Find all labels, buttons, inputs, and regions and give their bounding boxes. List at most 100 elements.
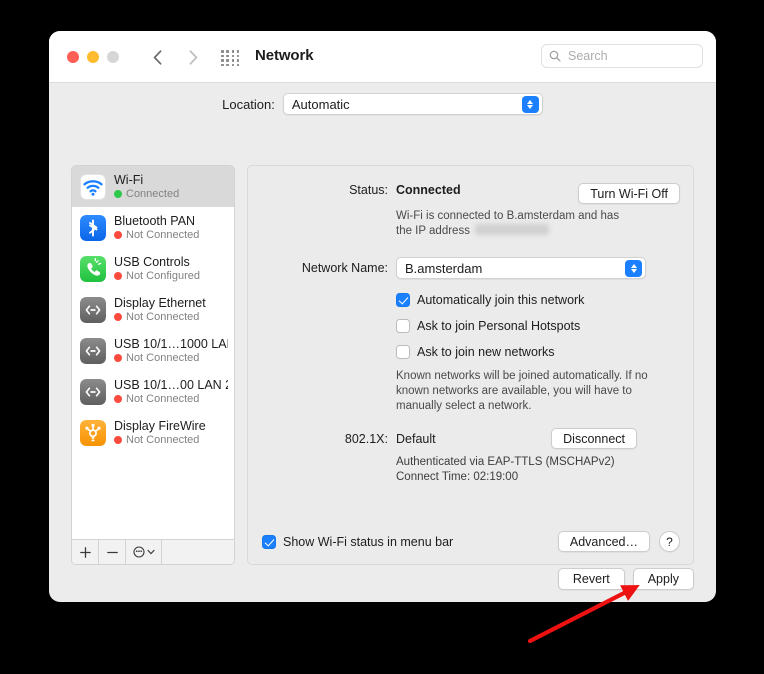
checkbox-indicator	[262, 534, 276, 549]
service-item-text: USB Controls Not Configured	[114, 255, 200, 283]
checkbox-label: Ask to join new networks	[417, 345, 555, 359]
service-item-status-label: Not Connected	[126, 310, 200, 323]
status-led-green	[114, 189, 122, 198]
advanced-button[interactable]: Advanced…	[557, 531, 650, 552]
wifi-icon	[80, 173, 106, 200]
network-name-row: Network Name: B.amsterdam	[248, 257, 693, 279]
minus-icon	[106, 551, 118, 553]
remove-service-button[interactable]	[99, 540, 126, 564]
services-toolbar-filler	[162, 540, 234, 564]
checkbox-indicator	[396, 293, 410, 307]
status-row: Status: Connected Turn Wi-Fi Off Wi-Fi i…	[248, 183, 693, 239]
checkbox-label: Automatically join this network	[417, 293, 585, 307]
menubar-status-row: Show Wi-Fi status in menu bar Advanced… …	[248, 531, 693, 552]
network-preferences-window: Network Location: Automatic	[49, 31, 716, 602]
status-led-red	[114, 312, 122, 321]
service-item-status-label: Connected	[126, 187, 180, 200]
back-button[interactable]	[145, 45, 169, 69]
network-services-sidebar: Wi-Fi Connected Bluetooth PAN Not Connected…	[71, 165, 235, 565]
network-name-popup-button[interactable]: B.amsterdam	[396, 257, 646, 279]
service-item-name: USB Controls	[114, 254, 190, 269]
search-field[interactable]	[541, 44, 703, 68]
status-led-red	[114, 435, 122, 444]
show-wifi-status-label: Show Wi-Fi status in menu bar	[283, 534, 454, 549]
service-item-status-label: Not Connected	[126, 228, 200, 241]
network-services-list[interactable]: Wi-Fi Connected Bluetooth PAN Not Connected…	[72, 166, 234, 539]
service-item-bluetooth-pan[interactable]: Bluetooth PAN Not Connected	[72, 207, 234, 248]
traffic-light-controls	[67, 51, 119, 63]
checkbox-ask-to-join-new-networks[interactable]: Ask to join new networks	[396, 345, 693, 359]
wifi-detail-panel: Status: Connected Turn Wi-Fi Off Wi-Fi i…	[247, 165, 694, 565]
location-label: Location:	[222, 96, 275, 112]
checkbox-indicator	[396, 319, 410, 333]
service-item-status: Connected	[114, 187, 179, 201]
dot1x-label: 802.1X:	[344, 431, 388, 446]
ip-address-redacted	[475, 224, 550, 235]
ethernet-icon	[80, 337, 106, 364]
service-item-name: Wi-Fi	[114, 172, 144, 187]
service-item-status-label: Not Connected	[126, 351, 200, 364]
join-help-group: Known networks will be joined automatica…	[396, 359, 693, 414]
service-item-name: Display FireWire	[114, 418, 206, 433]
service-item-name: USB 10/1…00 LAN 2	[114, 377, 228, 392]
revert-button[interactable]: Revert	[557, 568, 625, 590]
location-popup-button[interactable]: Automatic	[282, 93, 543, 115]
service-actions-menu-button[interactable]	[126, 540, 162, 564]
status-help-text: Wi-Fi is connected to B.amsterdam and ha…	[396, 209, 636, 239]
service-item-status: Not Connected	[114, 433, 206, 447]
add-service-button[interactable]	[72, 540, 99, 564]
minimize-button-icon[interactable]	[87, 51, 99, 63]
service-item-status: Not Connected	[114, 310, 206, 324]
checkbox-automatically-join-this-network[interactable]: Automatically join this network	[396, 293, 693, 307]
location-row: Location: Automatic	[49, 83, 716, 125]
disconnect-button[interactable]: Disconnect	[551, 428, 637, 449]
actions-ellipsis-icon	[132, 546, 145, 558]
service-item-name: Bluetooth PAN	[114, 213, 196, 228]
status-led-red	[114, 394, 122, 403]
status-value-group: Connected Turn Wi-Fi Off Wi-Fi is connec…	[396, 183, 693, 239]
zoom-button-icon[interactable]	[107, 51, 119, 63]
join-options-row: Automatically join this network Ask to jo…	[248, 281, 693, 359]
service-item-usb-10-1-1000-lan[interactable]: USB 10/1…1000 LAN Not Connected	[72, 330, 234, 371]
show-wifi-status-checkbox[interactable]: Show Wi-Fi status in menu bar	[262, 534, 454, 549]
auth-method-text: Authenticated via EAP-TTLS (MSCHAPv2)	[396, 456, 615, 468]
network-name-label: Network Name:	[301, 261, 388, 275]
service-item-usb-10-1-00-lan-2[interactable]: USB 10/1…00 LAN 2 Not Connected	[72, 371, 234, 412]
service-item-status: Not Connected	[114, 228, 199, 242]
service-item-status: Not Connected	[114, 351, 228, 365]
window-titlebar: Network	[49, 31, 716, 83]
checkbox-ask-to-join-personal-hotspots[interactable]: Ask to join Personal Hotspots	[396, 319, 693, 333]
apply-button[interactable]: Apply	[632, 568, 694, 590]
chevron-left-icon	[153, 49, 161, 65]
service-item-display-ethernet[interactable]: Display Ethernet Not Connected	[72, 289, 234, 330]
search-input[interactable]	[566, 48, 695, 64]
phone-modem-icon	[80, 255, 106, 282]
service-item-name: Display Ethernet	[114, 295, 206, 310]
status-help-line1: Wi-Fi is connected to B.amsterdam and ha…	[396, 210, 620, 222]
show-all-grid-icon[interactable]	[221, 50, 240, 66]
window-body: Wi-Fi Connected Bluetooth PAN Not Connected…	[49, 125, 716, 602]
service-item-usb-controls[interactable]: USB Controls Not Configured	[72, 248, 234, 289]
join-help-text: Known networks will be joined automatica…	[396, 370, 648, 412]
close-button-icon[interactable]	[67, 51, 79, 63]
service-item-text: USB 10/1…00 LAN 2 Not Connected	[114, 378, 228, 406]
chevron-right-icon	[189, 49, 197, 65]
turn-wifi-off-button[interactable]: Turn Wi-Fi Off	[578, 183, 680, 204]
forward-button[interactable]	[181, 45, 205, 69]
dot1x-value-group: Default Disconnect	[396, 428, 693, 449]
window-footer-buttons: Revert Apply	[557, 568, 694, 590]
service-item-text: Wi-Fi Connected	[114, 173, 179, 201]
bluetooth-icon	[80, 214, 106, 241]
location-value: Automatic	[291, 96, 350, 112]
chevron-updown-icon	[521, 96, 539, 113]
join-options-group: Automatically join this network Ask to jo…	[396, 281, 693, 359]
service-item-name: USB 10/1…1000 LAN	[114, 336, 228, 351]
service-item-text: USB 10/1…1000 LAN Not Connected	[114, 337, 228, 365]
service-item-status: Not Configured	[114, 269, 200, 283]
checkbox-indicator	[396, 345, 410, 359]
service-item-display-firewire[interactable]: Display FireWire Not Connected	[72, 412, 234, 453]
help-button[interactable]: ?	[659, 531, 680, 552]
status-value: Connected	[396, 183, 461, 197]
ethernet-icon	[80, 378, 106, 405]
service-item-wi-fi[interactable]: Wi-Fi Connected	[72, 166, 234, 207]
